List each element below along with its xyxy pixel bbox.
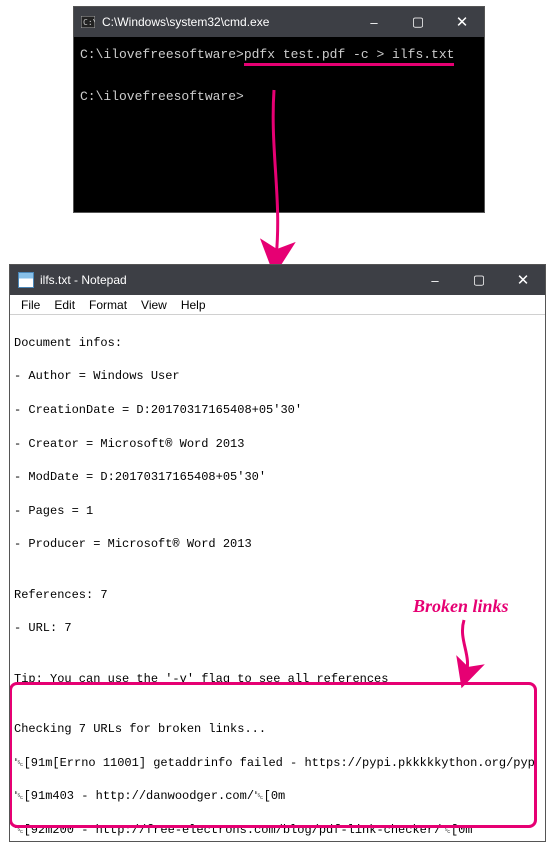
menu-help[interactable]: Help: [174, 297, 213, 313]
text-line: - CreationDate = D:20170317165408+05'30': [14, 402, 541, 419]
menu-edit[interactable]: Edit: [47, 297, 82, 313]
menu-format[interactable]: Format: [82, 297, 134, 313]
notepad-icon: [18, 272, 34, 288]
cmd-minimize-button[interactable]: –: [352, 7, 396, 37]
notepad-window: ilfs.txt - Notepad – ▢ ✕ File Edit Forma…: [9, 264, 546, 842]
text-line: Document infos:: [14, 335, 541, 352]
cmd-close-button[interactable]: ✕: [440, 7, 484, 37]
notepad-title: ilfs.txt - Notepad: [40, 273, 127, 287]
text-line: ␛[92m200 - http://free-electrons.com/blo…: [14, 822, 541, 839]
text-line: - Creator = Microsoft® Word 2013: [14, 436, 541, 453]
menu-file[interactable]: File: [14, 297, 47, 313]
menu-view[interactable]: View: [134, 297, 174, 313]
text-line: - Author = Windows User: [14, 368, 541, 385]
notepad-maximize-button[interactable]: ▢: [457, 265, 501, 295]
text-line: - URL: 7: [14, 620, 541, 637]
svg-text:C:\: C:\: [83, 18, 95, 27]
notepad-close-button[interactable]: ✕: [501, 265, 545, 295]
notepad-minimize-button[interactable]: –: [413, 265, 457, 295]
text-line: Checking 7 URLs for broken links...: [14, 721, 541, 738]
cmd-icon: C:\: [80, 14, 96, 30]
text-line: Tip: You can use the '-v' flag to see al…: [14, 671, 541, 688]
cmd-title: C:\Windows\system32\cmd.exe: [102, 15, 269, 29]
cmd-window: C:\ C:\Windows\system32\cmd.exe – ▢ ✕ C:…: [73, 6, 485, 213]
text-line: - ModDate = D:20170317165408+05'30': [14, 469, 541, 486]
notepad-menubar: File Edit Format View Help: [10, 295, 545, 315]
cmd-prompt-1-prefix: C:\ilovefreesoftware>: [80, 47, 244, 62]
cmd-prompt-2: C:\ilovefreesoftware>: [80, 89, 244, 104]
cmd-prompt-1-command: pdfx test.pdf -c > ilfs.txt: [244, 47, 455, 66]
text-line: - Pages = 1: [14, 503, 541, 520]
cmd-body[interactable]: C:\ilovefreesoftware>pdfx test.pdf -c > …: [74, 37, 484, 212]
text-line: ␛[91m[Errno 11001] getaddrinfo failed - …: [14, 755, 541, 772]
notepad-text-area[interactable]: Document infos: - Author = Windows User …: [10, 315, 545, 841]
text-line: ␛[91m403 - http://danwoodger.com/␛[0m: [14, 788, 541, 805]
cmd-maximize-button[interactable]: ▢: [396, 7, 440, 37]
text-line: References: 7: [14, 587, 541, 604]
text-line: - Producer = Microsoft® Word 2013: [14, 536, 541, 553]
notepad-titlebar[interactable]: ilfs.txt - Notepad – ▢ ✕: [10, 265, 545, 295]
cmd-titlebar[interactable]: C:\ C:\Windows\system32\cmd.exe – ▢ ✕: [74, 7, 484, 37]
